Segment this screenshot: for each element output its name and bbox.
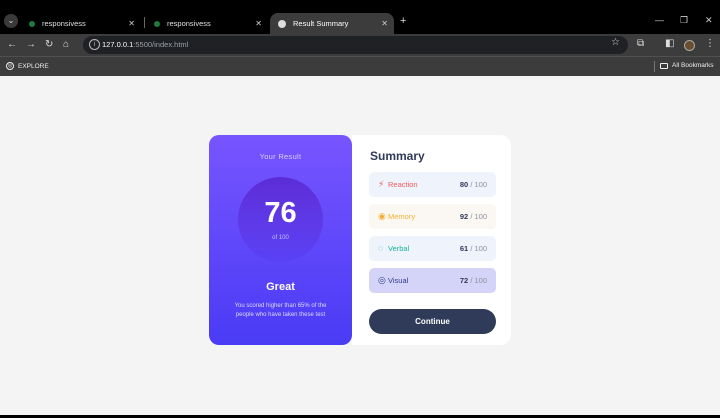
summary-item-memory: ◉ Memory 92 / 100 bbox=[369, 204, 496, 229]
browser-toolbar: ← → ↻ ⌂ i 127.0.0.1:5500/index.html ☆ ⧉ … bbox=[0, 34, 720, 56]
summary-item-label: Verbal bbox=[388, 244, 410, 253]
result-description: You scored higher than 65% of the people… bbox=[234, 303, 327, 318]
close-icon[interactable]: ✕ bbox=[255, 19, 262, 28]
forward-icon[interactable]: → bbox=[26, 39, 36, 51]
globe-icon: ◎ bbox=[6, 62, 14, 70]
summary-item-score: 92 / 100 bbox=[459, 212, 487, 221]
tab-title: Result Summary bbox=[293, 19, 349, 28]
eye-icon: ◎ bbox=[378, 275, 386, 285]
all-bookmarks[interactable]: All Bookmarks bbox=[660, 62, 714, 69]
summary-item-label: Memory bbox=[388, 212, 416, 221]
new-tab-icon[interactable]: + bbox=[400, 15, 406, 27]
summary-card: Summary ⚡ Reaction 80 / 100 ◉ Memory 92 … bbox=[352, 135, 511, 345]
tab-title: responsivess bbox=[42, 19, 86, 28]
url-text: 127.0.0.1:5500/index.html bbox=[102, 40, 189, 49]
score-value: 76 bbox=[264, 197, 297, 229]
home-icon[interactable]: ⌂ bbox=[63, 39, 69, 51]
window-close-icon[interactable]: ✕ bbox=[705, 15, 713, 26]
back-icon[interactable]: ← bbox=[7, 39, 17, 51]
summary-item-label: Reaction bbox=[388, 180, 418, 189]
summary-title: Summary bbox=[370, 149, 425, 163]
summary-item-score: 80 / 100 bbox=[459, 180, 487, 189]
vscode-favicon-icon bbox=[154, 20, 160, 27]
menu-icon[interactable]: ⋮ bbox=[705, 38, 715, 49]
folder-icon bbox=[660, 62, 668, 69]
bookmark-divider bbox=[654, 61, 655, 72]
bookmarks-bar: ◎ EXPLORE All Bookmarks bbox=[0, 56, 720, 76]
score-total: of 100 bbox=[272, 235, 289, 241]
continue-button[interactable]: Continue bbox=[369, 309, 496, 334]
bookmark-star-icon[interactable]: ☆ bbox=[611, 37, 620, 48]
tab-search-button[interactable]: ⌄ bbox=[4, 14, 18, 28]
chat-icon: ◌ bbox=[378, 243, 384, 253]
reload-icon[interactable]: ↻ bbox=[45, 39, 53, 51]
summary-item-score: 72 / 100 bbox=[459, 276, 487, 285]
bookmark-explore[interactable]: ◎ EXPLORE bbox=[6, 62, 49, 70]
site-info-icon[interactable]: i bbox=[89, 39, 100, 50]
result-card: Your Result 76 of 100 Great You scored h… bbox=[209, 135, 352, 345]
summary-item-verbal: ◌ Verbal 61 / 100 bbox=[369, 236, 496, 261]
tab-responsivess-1[interactable]: responsivess ✕ bbox=[21, 13, 141, 34]
close-icon[interactable]: ✕ bbox=[128, 19, 135, 28]
score-circle: 76 of 100 bbox=[238, 177, 323, 262]
tab-responsivess-2[interactable]: responsivess ✕ bbox=[146, 13, 268, 34]
minimize-icon[interactable]: — bbox=[655, 15, 664, 25]
lightning-icon: ⚡ bbox=[378, 179, 385, 189]
vscode-favicon-icon bbox=[29, 20, 35, 27]
tab-bar: ⌄ responsivess ✕ responsivess ✕ Result S… bbox=[0, 0, 720, 34]
tab-separator bbox=[144, 17, 145, 28]
rating-label: Great bbox=[266, 281, 295, 293]
summary-item-reaction: ⚡ Reaction 80 / 100 bbox=[369, 172, 496, 197]
tab-result-summary[interactable]: Result Summary ✕ bbox=[270, 13, 394, 34]
extensions-icon[interactable]: ⧉ bbox=[637, 38, 644, 49]
brain-icon: ◉ bbox=[378, 211, 386, 221]
summary-item-label: Visual bbox=[388, 276, 409, 285]
restore-icon[interactable]: ❐ bbox=[680, 15, 688, 26]
side-panel-icon[interactable]: ◧ bbox=[665, 38, 674, 49]
close-icon[interactable]: ✕ bbox=[381, 19, 388, 28]
summary-item-score: 61 / 100 bbox=[459, 244, 487, 253]
tab-title: responsivess bbox=[167, 19, 211, 28]
globe-favicon-icon bbox=[278, 19, 286, 28]
address-bar[interactable]: i 127.0.0.1:5500/index.html ☆ bbox=[83, 36, 628, 54]
result-heading: Your Result bbox=[259, 152, 302, 161]
profile-avatar[interactable] bbox=[684, 40, 695, 51]
summary-item-visual: ◎ Visual 72 / 100 bbox=[369, 268, 496, 293]
